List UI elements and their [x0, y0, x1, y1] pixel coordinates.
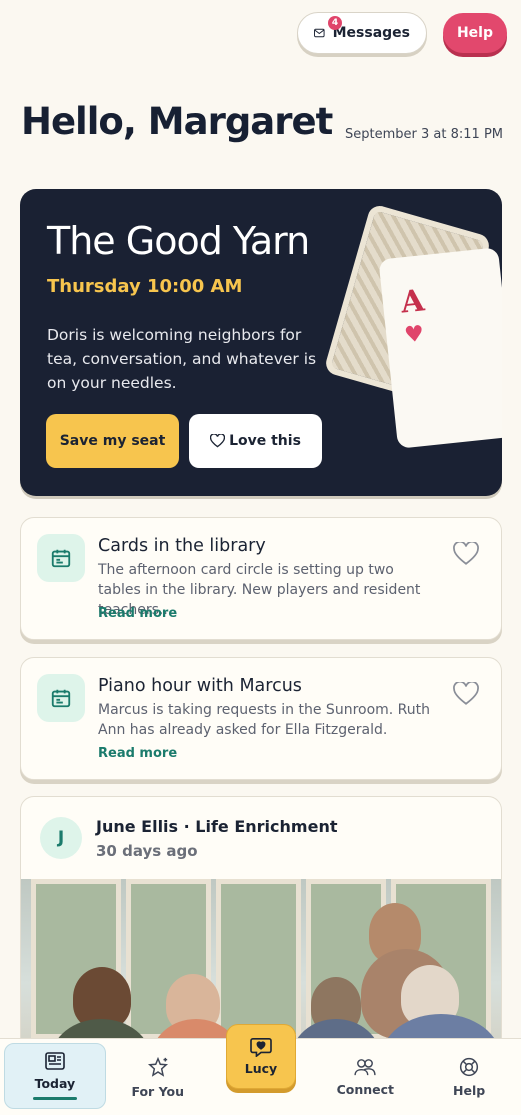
event-card-cards-library[interactable]: Cards in the library The afternoon card … — [20, 517, 502, 640]
featured-event-card[interactable]: A ♥ The Good Yarn Thursday 10:00 AM Dori… — [20, 189, 502, 496]
nav-today[interactable]: Today — [4, 1043, 106, 1109]
nav-lucy-button[interactable]: Lucy — [226, 1024, 296, 1089]
people-icon — [354, 1059, 376, 1076]
nav-help-label: Help — [453, 1083, 486, 1098]
calendar-icon — [37, 534, 85, 582]
playing-card-ace-illustration: A ♥ — [378, 247, 502, 449]
read-more-link[interactable]: Read more — [98, 606, 177, 621]
calendar-icon — [37, 674, 85, 722]
avatar: J — [40, 817, 82, 859]
event-card-piano-hour[interactable]: Piano hour with Marcus Marcus is taking … — [20, 657, 502, 780]
featured-title: The Good Yarn — [47, 219, 310, 263]
nav-lucy-label: Lucy — [244, 1061, 278, 1076]
window-illustration — [216, 879, 301, 1039]
featured-description: Doris is welcoming neighbors for tea, co… — [47, 326, 317, 392]
chat-heart-icon — [250, 1038, 272, 1057]
post-time: 30 days ago — [96, 842, 198, 860]
help-button[interactable]: Help — [443, 13, 507, 53]
nav-for-you[interactable]: For You — [106, 1039, 210, 1115]
current-datetime: September 3 at 8:11 PM — [345, 127, 503, 142]
newspaper-icon — [45, 1052, 65, 1070]
heart-outline-icon — [210, 434, 226, 448]
nav-today-label: Today — [34, 1076, 76, 1091]
heart-suit-icon: ♥ — [403, 321, 426, 349]
nav-connect-label: Connect — [336, 1082, 395, 1097]
love-this-button[interactable]: Love this — [189, 414, 322, 468]
lifebuoy-icon — [460, 1057, 479, 1077]
nav-for-you-label: For You — [131, 1084, 184, 1099]
messages-button[interactable]: 4 Messages — [297, 12, 427, 54]
greeting: Hello, Margaret — [21, 100, 333, 143]
featured-time: Thursday 10:00 AM — [47, 276, 243, 297]
favorite-heart-icon[interactable] — [453, 542, 479, 566]
active-indicator — [32, 1097, 77, 1100]
card-rank: A — [399, 283, 427, 321]
top-bar: 4 Messages Help — [297, 12, 507, 54]
nav-connect[interactable]: Connect — [313, 1039, 417, 1115]
favorite-heart-icon[interactable] — [453, 682, 479, 706]
messages-count-badge: 4 — [328, 16, 342, 30]
read-more-link[interactable]: Read more — [98, 746, 177, 761]
nav-help[interactable]: Help — [417, 1039, 521, 1115]
event-title: Cards in the library — [98, 536, 266, 556]
post-author: June Ellis · Life Enrichment — [96, 817, 338, 836]
event-description: Marcus is taking requests in the Sunroom… — [98, 702, 431, 738]
messages-label: Messages — [332, 25, 410, 41]
sparkle-star-icon — [147, 1056, 168, 1077]
save-seat-button[interactable]: Save my seat — [46, 414, 179, 468]
event-title: Piano hour with Marcus — [98, 676, 302, 696]
mail-icon — [314, 28, 325, 38]
love-this-label: Love this — [229, 433, 301, 449]
